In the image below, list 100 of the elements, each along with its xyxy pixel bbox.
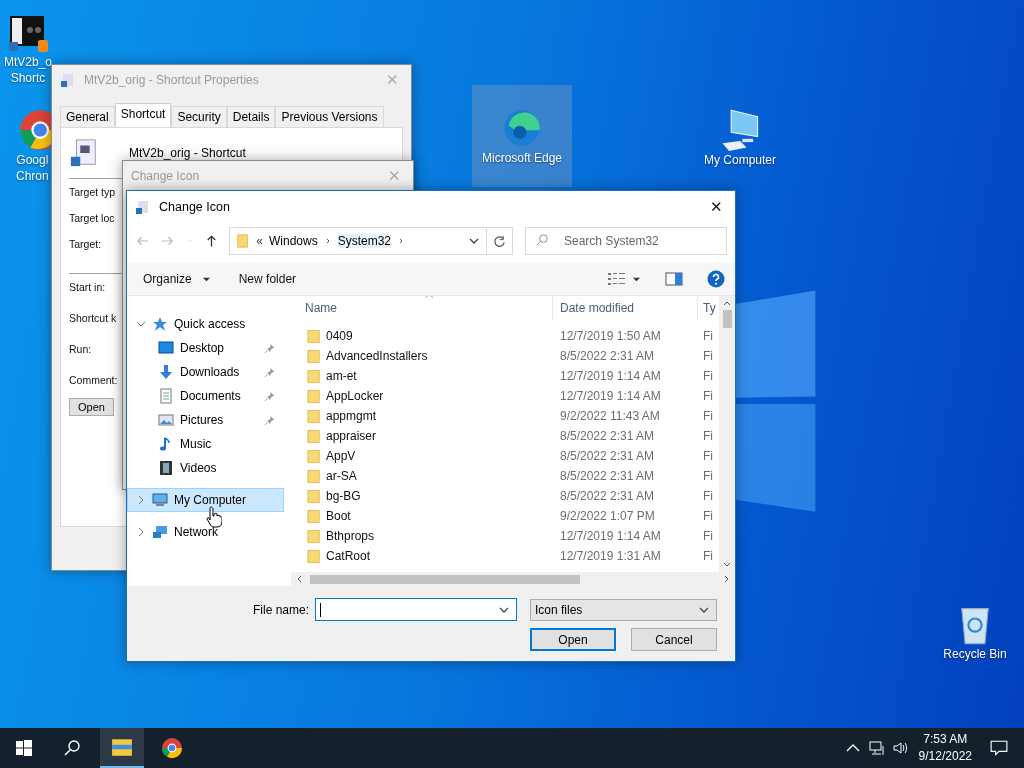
folder-icon [307, 547, 321, 565]
file-name[interactable]: AppV [326, 449, 356, 463]
date-cell-text: 12/7/2019 1:14 AM [559, 389, 662, 403]
tab[interactable]: General [60, 106, 115, 127]
file-name[interactable]: Boot [326, 509, 351, 523]
computer-icon [152, 492, 168, 508]
file-name[interactable]: AdvancedInstallers [326, 349, 428, 363]
folder-icon [307, 507, 321, 525]
nav-item[interactable]: Videos [127, 456, 284, 480]
new-folder-button[interactable]: New folder [234, 270, 301, 288]
nav-item[interactable]: My Computer [127, 488, 284, 512]
field-label: Start in: [69, 280, 106, 294]
desktop-icon[interactable]: Recycle Bin [927, 598, 1023, 666]
file-name[interactable]: am-et [326, 369, 357, 383]
folder-icon [307, 487, 321, 505]
overflow-chevron-icon[interactable]: « [256, 234, 263, 248]
refresh-button[interactable] [486, 227, 513, 255]
cancel-button[interactable]: Cancel [631, 628, 717, 651]
file-name[interactable]: ar-SA [326, 469, 357, 483]
preview-pane-icon[interactable] [665, 272, 683, 286]
search-icon[interactable] [64, 740, 80, 756]
nav-item[interactable]: Pictures [127, 408, 284, 432]
folder-icon [307, 367, 321, 385]
date-cell-text: 8/5/2022 2:31 AM [559, 349, 656, 363]
nav-item[interactable]: Desktop [127, 336, 284, 360]
network-icon[interactable] [868, 740, 885, 756]
type-cell-text: Fi [702, 469, 714, 483]
horizontal-scrollbar[interactable] [291, 572, 735, 586]
vertical-scrollbar[interactable] [719, 296, 735, 572]
field-label: Target loc [69, 211, 115, 225]
chevron-right-icon[interactable] [136, 527, 146, 537]
file-name[interactable]: appraiser [326, 429, 377, 443]
desktop-icon[interactable]: Microsoft Edge [472, 85, 572, 187]
tab[interactable]: Previous Versions [275, 106, 384, 127]
file-name[interactable]: AppLocker [326, 389, 384, 403]
breadcrumb-item[interactable]: System32 [337, 234, 392, 248]
network-icon [152, 524, 168, 540]
pin-icon[interactable] [264, 366, 275, 378]
file-name[interactable]: bg-BG [326, 489, 361, 503]
breadcrumb-item[interactable]: Windows [269, 234, 318, 248]
type-cell-text: Fi [702, 409, 714, 423]
pin-icon[interactable] [264, 414, 275, 426]
shortcut-icon [135, 199, 151, 215]
chevron-down-icon[interactable] [136, 319, 146, 329]
document-icon [158, 388, 174, 404]
window-title: Change Icon [159, 200, 231, 214]
desktop-icon[interactable]: My Computer [692, 104, 788, 172]
file-name-field[interactable] [315, 598, 517, 621]
nav-item[interactable]: Quick access [127, 312, 284, 336]
column-header[interactable]: Ty [698, 296, 719, 320]
search-icon [535, 233, 550, 248]
window-title: MtV2b_orig - Shortcut Properties [84, 73, 260, 87]
window-title: Change Icon [131, 169, 201, 183]
type-cell-text: Fi [702, 509, 714, 523]
tab[interactable]: Details [226, 106, 276, 127]
hand-cursor-icon [206, 506, 222, 528]
notification-icon[interactable] [990, 739, 1008, 757]
file-name[interactable]: appmgmt [326, 409, 377, 423]
nav-item[interactable]: Network [127, 520, 284, 544]
pin-icon[interactable] [264, 342, 275, 354]
view-options-icon[interactable] [608, 272, 626, 286]
file-name[interactable]: Bthprops [326, 529, 375, 543]
nav-item[interactable]: Downloads [127, 360, 284, 384]
pin-icon[interactable] [264, 390, 275, 402]
speaker-icon[interactable] [892, 740, 909, 756]
search-field[interactable]: Search System32 [525, 227, 727, 255]
windows-start-icon[interactable] [16, 740, 32, 756]
close-icon[interactable]: ✕ [706, 198, 727, 216]
address-bar[interactable]: « Windows System32 [229, 227, 487, 255]
organize-button[interactable]: Organize [139, 270, 196, 288]
open-button[interactable]: Open [69, 398, 114, 416]
folder-icon [307, 347, 321, 365]
file-explorer-button[interactable] [100, 728, 144, 768]
shortcut-file-icon [69, 138, 99, 168]
folder-icon [307, 467, 321, 485]
tab[interactable]: Shortcut [114, 103, 172, 127]
folder-icon [307, 527, 321, 545]
folder-icon [111, 736, 133, 758]
folder-icon [307, 427, 321, 445]
clock[interactable]: 7:53 AM 9/12/2022 [918, 731, 972, 765]
nav-item[interactable]: Music [127, 432, 284, 456]
date-cell-text: 8/5/2022 2:31 AM [559, 449, 656, 463]
file-name[interactable]: 0409 [326, 329, 353, 343]
file-type-dropdown[interactable]: Icon files [530, 598, 717, 621]
type-cell-text: Fi [702, 389, 714, 403]
date-cell-text: 12/7/2019 1:31 AM [559, 549, 662, 563]
file-name[interactable]: CatRoot [326, 549, 371, 563]
open-button[interactable]: Open [530, 628, 616, 651]
tab[interactable]: Security [171, 106, 227, 127]
desktop-icon [158, 340, 174, 356]
date-cell-text: 8/5/2022 2:31 AM [559, 429, 656, 443]
scrollbar-thumb[interactable] [310, 574, 580, 584]
chevron-right-icon[interactable] [136, 495, 146, 505]
scrollbar-thumb[interactable] [722, 310, 732, 328]
nav-item[interactable]: Documents [127, 384, 284, 408]
star-icon [152, 316, 168, 332]
help-icon[interactable] [707, 270, 725, 288]
type-cell-text: Fi [702, 429, 714, 443]
column-header[interactable]: Date modified [553, 296, 698, 320]
column-header[interactable]: Name [291, 296, 553, 320]
